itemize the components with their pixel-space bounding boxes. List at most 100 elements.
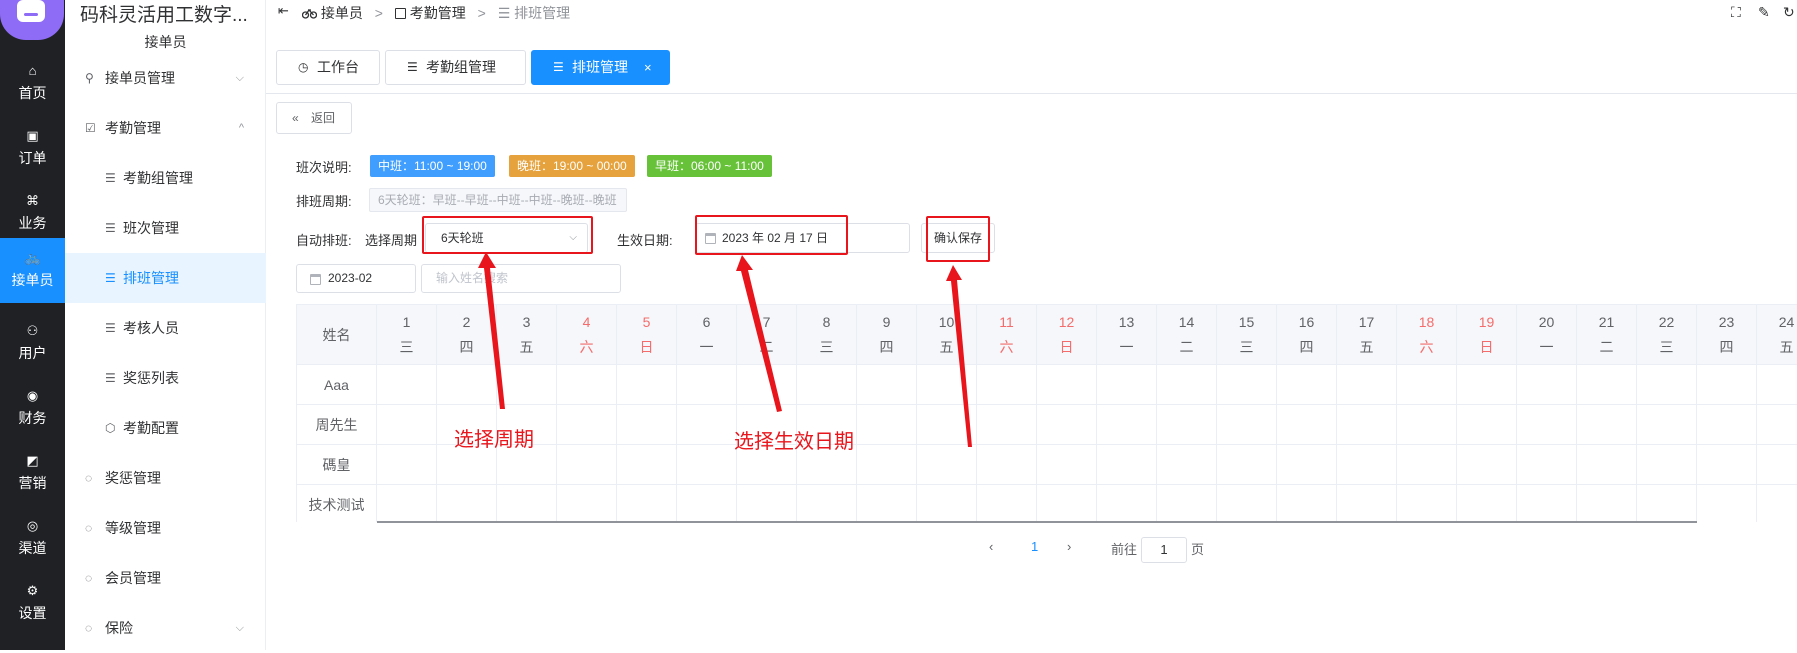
- rail-item[interactable]: ◎ 渠道: [0, 506, 65, 571]
- schedule-cell[interactable]: [1097, 485, 1157, 522]
- sidebar-item[interactable]: ☰ 奖惩列表: [65, 353, 266, 403]
- schedule-cell[interactable]: [677, 405, 737, 445]
- schedule-cell[interactable]: [1757, 485, 1797, 522]
- effective-date-input[interactable]: 2023 年 02 月 17 日: [695, 223, 910, 253]
- rail-item[interactable]: ⌂ 首页: [0, 51, 65, 116]
- rail-item[interactable]: ◉ 财务: [0, 376, 65, 441]
- schedule-cell[interactable]: [377, 365, 437, 405]
- schedule-cell[interactable]: [437, 485, 497, 522]
- schedule-cell[interactable]: [797, 485, 857, 522]
- rail-item[interactable]: ▣ 订单: [0, 116, 65, 181]
- schedule-cell[interactable]: [917, 445, 977, 485]
- schedule-cell[interactable]: [1457, 365, 1517, 405]
- schedule-cell[interactable]: [1277, 485, 1337, 522]
- back-button[interactable]: « 返回: [276, 102, 352, 134]
- tab[interactable]: ☰ 考勤组管理: [385, 50, 526, 85]
- schedule-cell[interactable]: [1097, 405, 1157, 445]
- schedule-cell[interactable]: [1037, 445, 1097, 485]
- sidebar-item[interactable]: ☰ 考核人员: [65, 303, 266, 353]
- rail-item[interactable]: 🚲 接单员: [0, 238, 65, 303]
- schedule-cell[interactable]: [1397, 365, 1457, 405]
- schedule-cell[interactable]: [1577, 485, 1637, 522]
- schedule-cell[interactable]: [1277, 365, 1337, 405]
- schedule-cell[interactable]: [437, 365, 497, 405]
- schedule-cell[interactable]: [1457, 485, 1517, 522]
- tab[interactable]: ◷ 工作台: [276, 50, 380, 85]
- schedule-cell[interactable]: [737, 485, 797, 522]
- schedule-cell[interactable]: [977, 365, 1037, 405]
- fullscreen-icon[interactable]: ⛶: [1731, 4, 1741, 21]
- schedule-cell[interactable]: [1757, 445, 1797, 485]
- rail-item[interactable]: ⌘ 业务: [0, 181, 65, 246]
- rail-item[interactable]: ⚇ 用户: [0, 311, 65, 376]
- schedule-cell[interactable]: [1217, 365, 1277, 405]
- schedule-cell[interactable]: [557, 365, 617, 405]
- schedule-cell[interactable]: [977, 405, 1037, 445]
- schedule-cell[interactable]: [1097, 445, 1157, 485]
- schedule-cell[interactable]: [1697, 445, 1757, 485]
- confirm-save-button[interactable]: 确认保存: [921, 223, 995, 253]
- schedule-cell[interactable]: [917, 405, 977, 445]
- schedule-cell[interactable]: [1277, 445, 1337, 485]
- schedule-cell[interactable]: [1697, 365, 1757, 405]
- breadcrumb-item[interactable]: 考勤管理: [410, 5, 466, 21]
- schedule-cell[interactable]: [377, 445, 437, 485]
- month-picker[interactable]: 2023-02: [296, 264, 416, 293]
- sidebar-item[interactable]: ☰ 班次管理: [65, 203, 266, 253]
- schedule-cell[interactable]: [1337, 405, 1397, 445]
- schedule-cell[interactable]: [1337, 365, 1397, 405]
- sidebar-item[interactable]: ⬡ 考勤配置: [65, 403, 266, 453]
- schedule-cell[interactable]: [1577, 405, 1637, 445]
- schedule-cell[interactable]: [677, 365, 737, 405]
- next-page-button[interactable]: ›: [1067, 539, 1071, 554]
- schedule-cell[interactable]: [617, 365, 677, 405]
- page-number[interactable]: 1: [1031, 539, 1038, 554]
- schedule-cell[interactable]: [1517, 445, 1577, 485]
- schedule-cell[interactable]: [1457, 445, 1517, 485]
- schedule-cell[interactable]: [1217, 405, 1277, 445]
- schedule-cell[interactable]: [1397, 405, 1457, 445]
- schedule-cell[interactable]: [677, 485, 737, 522]
- schedule-cell[interactable]: [1397, 485, 1457, 522]
- goto-page-input[interactable]: 1: [1141, 537, 1187, 563]
- schedule-cell[interactable]: [497, 365, 557, 405]
- schedule-cell[interactable]: [977, 445, 1037, 485]
- schedule-cell[interactable]: [1517, 405, 1577, 445]
- schedule-cell[interactable]: [617, 445, 677, 485]
- schedule-cell[interactable]: [977, 485, 1037, 522]
- schedule-cell[interactable]: [857, 445, 917, 485]
- schedule-cell[interactable]: [737, 365, 797, 405]
- sidebar-item[interactable]: ◌ 保险 ⌵: [65, 603, 266, 653]
- tab[interactable]: ☰ 排班管理 ×: [531, 50, 670, 85]
- schedule-cell[interactable]: [1217, 485, 1277, 522]
- schedule-cell[interactable]: [1697, 485, 1757, 522]
- collapse-menu-icon[interactable]: ⇤: [278, 3, 289, 19]
- schedule-cell[interactable]: [1637, 485, 1697, 522]
- breadcrumb-item[interactable]: 接单员: [321, 5, 363, 21]
- schedule-cell[interactable]: [1277, 405, 1337, 445]
- close-icon[interactable]: ×: [644, 51, 652, 84]
- schedule-cell[interactable]: [1577, 365, 1637, 405]
- schedule-cell[interactable]: [1637, 445, 1697, 485]
- name-search-input[interactable]: 输入姓名搜索: [421, 264, 621, 293]
- schedule-cell[interactable]: [557, 445, 617, 485]
- schedule-cell[interactable]: [1037, 485, 1097, 522]
- schedule-cell[interactable]: [1217, 445, 1277, 485]
- schedule-cell[interactable]: [1457, 405, 1517, 445]
- schedule-cell[interactable]: [1337, 485, 1397, 522]
- schedule-cell[interactable]: [617, 405, 677, 445]
- schedule-cell[interactable]: [797, 365, 857, 405]
- ruler-icon[interactable]: ✎: [1758, 4, 1770, 21]
- schedule-cell[interactable]: [1397, 445, 1457, 485]
- sidebar-item[interactable]: ◌ 会员管理: [65, 553, 266, 603]
- schedule-cell[interactable]: [1697, 405, 1757, 445]
- schedule-cell[interactable]: [1037, 365, 1097, 405]
- schedule-cell[interactable]: [1757, 365, 1797, 405]
- sidebar-item[interactable]: ⚲ 接单员管理 ⌵: [65, 53, 266, 103]
- rail-item[interactable]: ◩ 营销: [0, 441, 65, 506]
- sidebar-item[interactable]: ◌ 奖惩管理: [65, 453, 266, 503]
- schedule-cell[interactable]: [1037, 405, 1097, 445]
- schedule-cell[interactable]: [917, 365, 977, 405]
- cycle-select[interactable]: 6天轮班 ⌵: [425, 223, 588, 253]
- refresh-icon[interactable]: ↻: [1783, 4, 1795, 21]
